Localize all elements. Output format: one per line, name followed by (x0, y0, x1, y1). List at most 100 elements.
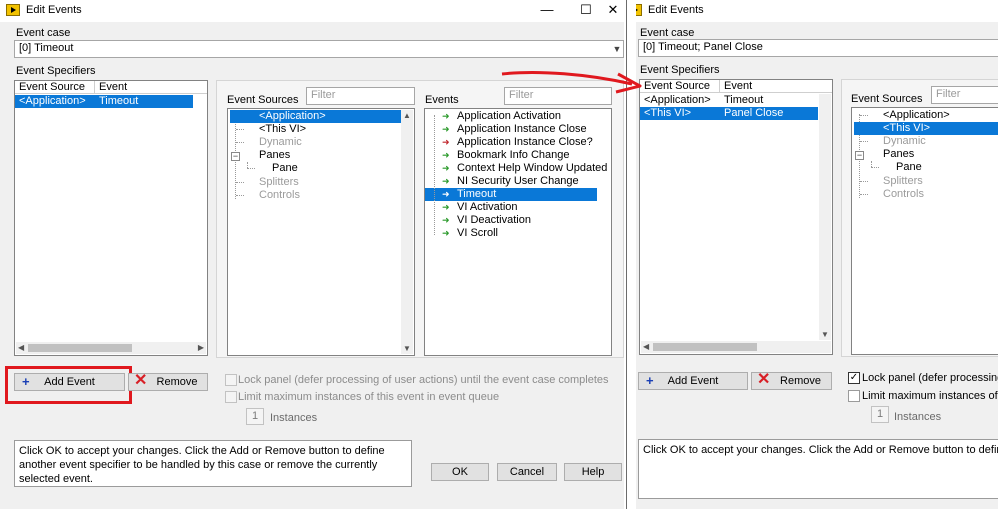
column-header-event-source[interactable]: Event Source (640, 80, 720, 93)
scroll-left-icon[interactable]: ◀ (18, 342, 24, 354)
tree-item-application[interactable]: <Application> (230, 110, 403, 123)
row-event: Panel Close (724, 107, 784, 119)
green-arrow-icon: ➜ (442, 150, 450, 160)
tree-item-splitters[interactable]: Splitters (259, 176, 299, 189)
scroll-left-icon[interactable]: ◀ (643, 341, 649, 353)
instances-label: Instances (270, 412, 318, 424)
limit-instances-checkbox[interactable] (848, 390, 860, 402)
scroll-right-icon[interactable]: ▶ (198, 342, 204, 354)
limit-instances-label: Limit maximum instances of this event in… (238, 391, 500, 403)
tree-item-this-vi[interactable]: <This VI> (854, 122, 998, 135)
labview-app-icon (6, 4, 20, 16)
event-specifiers-label: Event Specifiers (640, 64, 720, 76)
green-arrow-icon: ➜ (442, 111, 450, 121)
tree-item-pane[interactable]: Pane (272, 162, 298, 175)
list-item[interactable]: ➜ Timeout (425, 188, 597, 201)
event-case-label: Event case (16, 27, 71, 39)
remove-x-icon: ✕ (134, 372, 148, 389)
tree-item-application[interactable]: <Application> (883, 109, 950, 122)
event-sources-tree[interactable]: <Application> <This VI> Dynamic − Panes … (227, 108, 415, 356)
remove-x-icon: ✕ (757, 371, 771, 388)
event-sources-tree[interactable]: <Application> <This VI> Dynamic − Panes … (851, 107, 998, 355)
collapse-icon[interactable]: − (855, 151, 864, 160)
list-item[interactable]: ➜ VI Activation (425, 201, 611, 214)
list-header: Event Source Event (15, 81, 207, 94)
event-case-value: [0] Timeout (19, 42, 74, 54)
lock-panel-checkbox[interactable]: ✓ (848, 372, 860, 384)
close-button[interactable]: ✕ (598, 1, 624, 21)
collapse-icon[interactable]: − (231, 152, 240, 161)
event-sources-label: Event Sources (227, 94, 299, 106)
list-item[interactable]: ➜ NI Security User Change (425, 175, 611, 188)
tree-item-splitters[interactable]: Splitters (883, 175, 923, 188)
table-row[interactable]: <Application> Timeout (15, 95, 193, 108)
scroll-down-icon[interactable]: ▼ (821, 330, 829, 339)
chevron-down-icon[interactable]: ▼ (611, 42, 623, 56)
list-item[interactable]: ➜ Application Instance Close? (425, 136, 611, 149)
instances-label: Instances (894, 411, 942, 423)
sources-filter-input[interactable]: Filter (306, 87, 415, 105)
red-arrow-annotation (501, 70, 642, 94)
scrollbar-thumb[interactable] (653, 343, 757, 351)
tree-item-this-vi[interactable]: <This VI> (259, 123, 306, 136)
cancel-button[interactable]: Cancel (497, 463, 557, 481)
window-title: Edit Events (26, 4, 82, 16)
event-specifiers-label: Event Specifiers (16, 65, 96, 77)
title-bar: Edit Events (636, 0, 998, 22)
tree-item-panes[interactable]: Panes (259, 149, 290, 162)
row-event: Timeout (99, 95, 139, 107)
scroll-up-icon[interactable]: ▲ (403, 111, 411, 120)
add-event-button[interactable]: + Add Event (638, 372, 748, 390)
maximize-button[interactable]: ☐ (571, 1, 601, 21)
event-case-value: [0] Timeout; Panel Close (643, 41, 763, 53)
list-item[interactable]: ➜ Application Instance Close (425, 123, 611, 136)
list-item[interactable]: ➜ Application Activation (425, 110, 611, 123)
green-arrow-icon: ➜ (442, 176, 450, 186)
green-arrow-icon: ➜ (442, 163, 450, 173)
vertical-scrollbar[interactable]: ▼ (819, 94, 831, 340)
event-specifiers-list[interactable]: Event Source Event <Application> Timeout… (14, 80, 208, 356)
minimize-button[interactable]: — (532, 1, 562, 21)
tree-item-dynamic[interactable]: Dynamic (259, 136, 302, 149)
tree-item-panes[interactable]: Panes (883, 148, 914, 161)
row-event-source: <Application> (644, 94, 711, 106)
scroll-down-icon[interactable]: ▼ (403, 344, 411, 353)
ok-button[interactable]: OK (431, 463, 489, 481)
event-specifiers-list[interactable]: Event Source Event <Application> Timeout… (639, 79, 833, 355)
green-arrow-icon: ➜ (442, 228, 450, 238)
column-header-event-source[interactable]: Event Source (15, 81, 95, 94)
instances-input[interactable]: 1 (246, 408, 264, 425)
list-item[interactable]: ➜ Context Help Window Updated (425, 162, 611, 175)
list-item[interactable]: ➜ VI Scroll (425, 227, 611, 240)
help-button[interactable]: Help (564, 463, 622, 481)
events-list[interactable]: ➜ Application Activation ➜ Application Ins… (424, 108, 612, 356)
events-label: Events (425, 94, 459, 106)
labview-app-icon (636, 4, 642, 16)
horizontal-scrollbar[interactable]: ◀ ▶ (16, 342, 206, 354)
red-arrow-icon: ➜ (442, 137, 450, 147)
green-arrow-icon: ➜ (442, 189, 450, 199)
event-case-select[interactable]: [0] Timeout; Panel Close (638, 39, 998, 57)
horizontal-scrollbar[interactable]: ◀ (641, 341, 831, 353)
remove-button[interactable]: ✕ Remove (751, 372, 832, 390)
lock-panel-checkbox[interactable] (225, 374, 237, 386)
table-row[interactable]: <This VI> Panel Close (640, 107, 818, 120)
remove-button[interactable]: ✕ Remove (128, 373, 208, 391)
tree-item-dynamic[interactable]: Dynamic (883, 135, 926, 148)
edit-events-dialog-after: Edit Events Event case [0] Timeout; Pane… (636, 0, 998, 509)
column-header-event[interactable]: Event (95, 81, 207, 94)
limit-instances-checkbox[interactable] (225, 391, 237, 403)
column-header-event[interactable]: Event (720, 80, 832, 93)
tree-item-controls[interactable]: Controls (883, 188, 924, 201)
list-item[interactable]: ➜ VI Deactivation (425, 214, 611, 227)
event-case-select[interactable]: [0] Timeout ▼ (14, 40, 624, 58)
tree-item-controls[interactable]: Controls (259, 189, 300, 202)
lock-panel-label: Lock panel (defer processing of (862, 372, 998, 384)
sources-filter-input[interactable]: Filter (931, 86, 998, 104)
list-item[interactable]: ➜ Bookmark Info Change (425, 149, 611, 162)
scrollbar-thumb[interactable] (28, 344, 132, 352)
tree-item-pane[interactable]: Pane (896, 161, 922, 174)
table-row[interactable]: <Application> Timeout (640, 94, 832, 107)
vertical-scrollbar[interactable]: ▲ ▼ (401, 110, 413, 354)
instances-input[interactable]: 1 (871, 406, 889, 423)
